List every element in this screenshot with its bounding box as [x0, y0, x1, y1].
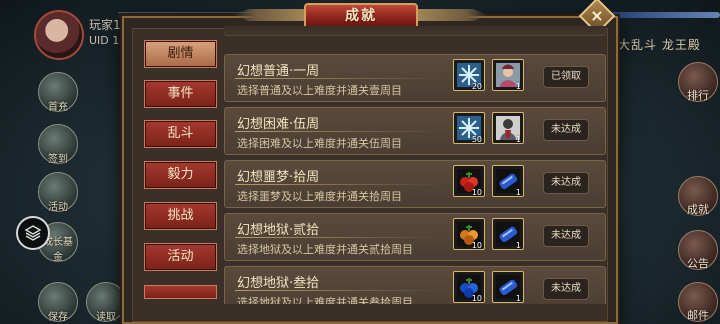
achievement-desc: 选择困难及以上难度并通关伍周目: [237, 137, 402, 150]
first-charge-button[interactable]: 首充: [38, 72, 78, 113]
title-wing-left: [234, 9, 306, 21]
tab-event[interactable]: 事件: [144, 80, 217, 108]
reward-qty: 1: [515, 135, 521, 144]
reward-qty: 10: [471, 294, 482, 303]
list-item[interactable]: 幻想地狱·叁拾 选择地狱及以上难度并通关叁拾周目 10 1 未达成: [224, 266, 606, 304]
load-label: 读取: [96, 312, 116, 323]
save-button[interactable]: 保存: [38, 282, 78, 323]
reward-qty: 1: [515, 294, 521, 303]
achievement-title: 幻想地狱·贰拾: [237, 223, 320, 238]
list-item[interactable]: 幻想噩梦·拾周 选择噩梦及以上难度并通关拾周目 10 1 未达成: [224, 160, 606, 208]
tab-story[interactable]: 剧情: [144, 40, 217, 68]
reward-item[interactable]: 50: [453, 112, 485, 144]
tab-activity[interactable]: 活动: [144, 243, 217, 271]
floating-tool-button[interactable]: [16, 216, 50, 250]
reward-item[interactable]: 1: [492, 218, 524, 250]
achievement-title: 幻想困难·伍周: [237, 117, 320, 132]
first-charge-label: 首充: [48, 102, 68, 113]
tab-challenge[interactable]: 挑战: [144, 202, 217, 230]
reward-qty: 20: [471, 82, 482, 91]
load-button[interactable]: 读取: [86, 282, 126, 323]
divider: [235, 184, 441, 185]
notice-button[interactable]: 公告: [678, 230, 718, 270]
achievement-title: 幻想普通·一周: [237, 64, 320, 79]
ranking-button[interactable]: 排行: [678, 62, 718, 102]
status-badge[interactable]: 未达成: [543, 119, 589, 141]
reward-qty: 10: [471, 188, 482, 197]
achievement-desc: 选择地狱及以上难度并通关贰拾周目: [237, 243, 413, 256]
activity-button[interactable]: 活动: [38, 172, 78, 213]
mail-label: 邮件: [687, 309, 709, 322]
energy-bar: [610, 12, 720, 18]
reward-item[interactable]: 1: [492, 112, 524, 144]
achievement-label: 成就: [687, 203, 709, 216]
list-item[interactable]: 幻想困难·伍周 选择困难及以上难度并通关伍周目 50 1 未达成: [224, 107, 606, 155]
reward-qty: 1: [515, 241, 521, 250]
ranking-label: 排行: [687, 89, 709, 102]
tab-brawl[interactable]: 乱斗: [144, 120, 217, 148]
activity-label: 活动: [48, 202, 68, 213]
achievement-list[interactable]: 幻想普通·一周 选择普通及以上难度并通关壹周目 20 1 已领取 幻想困难·伍周…: [224, 26, 606, 304]
achievement-button[interactable]: 成就: [678, 176, 718, 216]
reward-qty: 1: [515, 82, 521, 91]
sign-in-label: 签到: [48, 154, 68, 165]
achievement-desc: 选择噩梦及以上难度并通关拾周目: [237, 190, 402, 203]
notice-label: 公告: [687, 257, 709, 270]
tab-perseverance[interactable]: 毅力: [144, 161, 217, 189]
player-info[interactable]: 玩家188 UID 1881: [34, 10, 140, 64]
status-badge[interactable]: 未达成: [543, 172, 589, 194]
reward-item[interactable]: 10: [453, 271, 485, 303]
sign-in-button[interactable]: 签到: [38, 124, 78, 165]
reward-item[interactable]: 1: [492, 271, 524, 303]
list-item[interactable]: 幻想普通·一周 选择普通及以上难度并通关壹周目 20 1 已领取: [224, 54, 606, 102]
reward-qty: 1: [515, 188, 521, 197]
scroll-fade: [224, 26, 606, 44]
divider: [235, 131, 441, 132]
reward-item[interactable]: 10: [453, 165, 485, 197]
reward-item[interactable]: 10: [453, 218, 485, 250]
layers-icon: [24, 225, 42, 241]
divider: [235, 78, 441, 79]
title-wing-right: [416, 9, 488, 21]
reward-qty: 50: [471, 135, 482, 144]
status-badge[interactable]: 已领取: [543, 66, 589, 88]
divider: [235, 290, 441, 291]
avatar[interactable]: [34, 10, 84, 60]
event-ticker: 大乱斗 龙王殿: [618, 38, 701, 52]
mail-button[interactable]: 邮件: [678, 282, 718, 322]
reward-item[interactable]: 1: [492, 165, 524, 197]
achievement-title: 幻想噩梦·拾周: [237, 170, 320, 185]
tab-overflow[interactable]: [144, 285, 217, 299]
divider: [235, 237, 441, 238]
save-label: 保存: [48, 312, 68, 323]
list-item[interactable]: 幻想地狱·贰拾 选择地狱及以上难度并通关贰拾周目 10 1 未达成: [224, 213, 606, 261]
status-badge[interactable]: 未达成: [543, 278, 589, 300]
close-icon: ×: [590, 6, 604, 25]
achievement-desc: 选择普通及以上难度并通关壹周目: [237, 84, 402, 97]
achievement-title: 幻想地狱·叁拾: [237, 276, 320, 291]
status-badge[interactable]: 未达成: [543, 225, 589, 247]
reward-item[interactable]: 1: [492, 59, 524, 91]
reward-qty: 10: [471, 241, 482, 250]
reward-item[interactable]: 20: [453, 59, 485, 91]
achievement-desc: 选择地狱及以上难度并通关叁拾周目: [237, 296, 413, 304]
